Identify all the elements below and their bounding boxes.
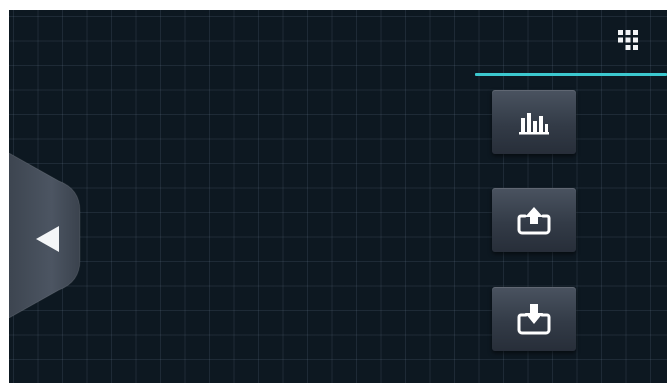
upload-tray-icon bbox=[517, 207, 551, 235]
bar-chart-icon bbox=[519, 113, 549, 135]
grid-menu-button[interactable] bbox=[617, 29, 639, 51]
download-button[interactable] bbox=[492, 287, 576, 351]
stats-button[interactable] bbox=[492, 90, 576, 154]
upload-button[interactable] bbox=[492, 188, 576, 252]
grid-menu-icon bbox=[618, 30, 638, 50]
app-screen bbox=[9, 10, 667, 383]
download-tray-icon bbox=[517, 304, 551, 335]
drawer-toggle-handle[interactable] bbox=[9, 153, 81, 318]
active-tab-indicator bbox=[475, 73, 667, 76]
triangle-left-icon bbox=[36, 226, 59, 252]
